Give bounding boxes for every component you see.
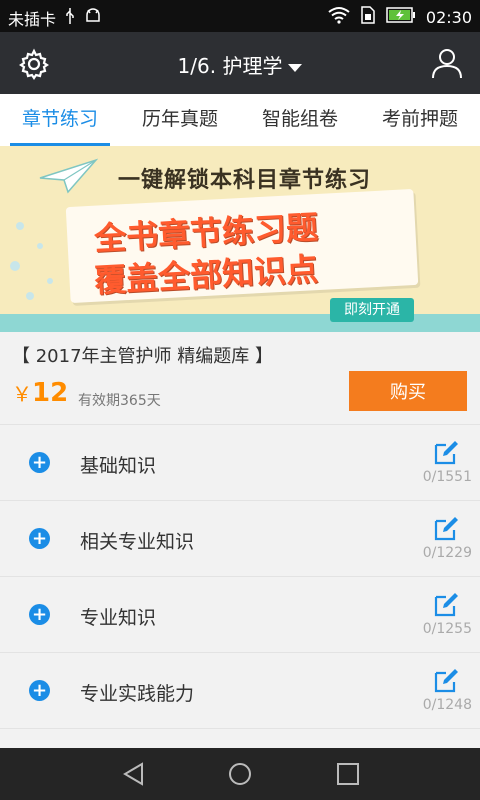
edit-icon[interactable] [432,667,460,695]
wifi-icon [328,6,350,28]
chevron-down-icon [288,63,303,72]
validity-text: 有效期365天 [78,393,161,409]
banner-headline: 一键解锁本科目章节练习 [118,168,372,193]
status-left: 未插卡 [8,6,102,30]
tab-smart-paper[interactable]: 智能组卷 [240,94,360,146]
status-bar: 未插卡 02:30 [0,0,480,32]
clock-text: 02:30 [425,7,472,27]
battery-icon [386,7,416,27]
edit-icon[interactable] [432,515,460,543]
back-icon[interactable] [120,760,148,788]
chapter-progress: 0/1248 [422,697,472,713]
edit-icon[interactable] [432,439,460,467]
chapter-progress: 0/1229 [422,545,472,561]
tab-bar: 章节练习 历年真题 智能组卷 考前押题 [0,94,480,146]
product-info: 【 2017年主管护师 精编题库 】 ￥12 有效期365天 购买 [0,332,480,425]
product-price: ￥12 [12,378,68,408]
chapter-row[interactable]: + 基础知识 0/1551 [0,425,480,501]
buy-button[interactable]: 购买 [349,371,467,411]
chapter-label: 相关专业知识 [80,531,195,553]
paper-plane-icon [39,158,98,194]
tab-past-exams[interactable]: 历年真题 [120,94,240,146]
currency-symbol: ￥ [12,382,32,406]
carrier-text: 未插卡 [8,10,57,29]
status-right: 02:30 [328,6,472,28]
chapter-row[interactable]: + 专业实践能力 0/1248 [0,653,480,729]
chapter-row[interactable]: + 专业知识 0/1255 [0,577,480,653]
subject-selector[interactable]: 1/6. 护理学 [0,50,480,79]
expand-icon[interactable]: + [29,680,50,701]
chapter-row[interactable]: + 相关专业知识 0/1229 [0,501,480,577]
chapter-label: 基础知识 [80,455,157,477]
android-icon [84,8,102,28]
recent-apps-icon[interactable] [334,760,362,788]
app-header: 1/6. 护理学 [0,32,480,94]
home-icon[interactable] [226,760,254,788]
promo-banner[interactable]: 一键解锁本科目章节练习 全书章节练习题 覆盖全部知识点 即刻开通 [0,146,480,332]
chapter-progress: 0/1551 [422,469,472,485]
chapter-label: 专业实践能力 [80,683,195,705]
chapter-label: 专业知识 [80,607,157,629]
page-title: 1/6. 护理学 [177,54,283,78]
price-value: 12 [32,378,69,408]
tab-predicted-questions[interactable]: 考前押题 [360,94,480,146]
tab-chapter-practice[interactable]: 章节练习 [0,94,120,146]
sim-icon [360,6,376,28]
expand-icon[interactable]: + [29,604,50,625]
edit-icon[interactable] [432,591,460,619]
unlock-now-button[interactable]: 即刻开通 [330,298,414,322]
expand-icon[interactable]: + [29,452,50,473]
expand-icon[interactable]: + [29,528,50,549]
usb-icon [64,7,76,29]
chapter-progress: 0/1255 [422,621,472,637]
product-name: 【 2017年主管护师 精编题库 】 [12,346,273,367]
system-nav-bar [0,748,480,800]
chapter-list: + 基础知识 0/1551 + 相关专业知识 0/1229 + 专业知识 0/1… [0,425,480,729]
user-icon[interactable] [430,46,464,80]
